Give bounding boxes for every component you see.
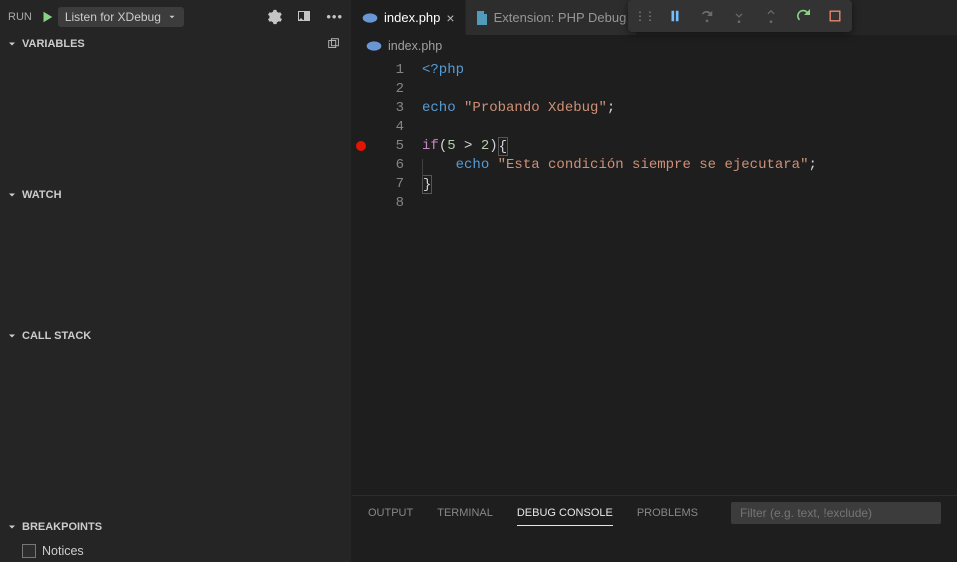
chevron-down-icon xyxy=(6,38,18,50)
code-token: if xyxy=(422,137,439,156)
breakpoint-checkbox[interactable] xyxy=(22,544,36,558)
more-icon[interactable]: ••• xyxy=(326,9,343,24)
debug-console-body[interactable] xyxy=(352,530,957,562)
tab-output[interactable]: OUTPUT xyxy=(368,501,413,525)
breakpoint-item[interactable]: Notices xyxy=(22,540,351,562)
code-content[interactable]: <?php echo "Probando Xdebug"; if(5 > 2){… xyxy=(404,61,957,495)
code-token: echo xyxy=(422,99,456,118)
tab-terminal[interactable]: TERMINAL xyxy=(437,501,493,525)
code-token: <?php xyxy=(422,61,464,80)
tab-label: Extension: PHP Debug xyxy=(494,10,627,25)
code-token: ; xyxy=(808,156,816,175)
line-number: 1 xyxy=(370,61,404,80)
step-out-button[interactable] xyxy=(760,5,782,27)
file-icon xyxy=(476,11,488,25)
breakpoints-header[interactable]: BREAKPOINTS xyxy=(0,517,351,538)
php-file-icon xyxy=(366,40,382,52)
code-token: echo xyxy=(456,156,490,175)
code-token: 2 xyxy=(481,137,489,156)
watch-panel xyxy=(0,206,351,326)
breakpoint-gutter[interactable] xyxy=(352,61,370,495)
variables-panel xyxy=(0,55,351,185)
restart-button[interactable] xyxy=(792,5,814,27)
line-number: 2 xyxy=(370,80,404,99)
breakpoint-marker[interactable] xyxy=(356,141,366,151)
code-token: "Probando Xdebug" xyxy=(464,99,607,118)
callstack-title: CALL STACK xyxy=(22,330,91,342)
code-token: } xyxy=(422,175,432,194)
callstack-panel xyxy=(0,347,351,517)
debug-sidebar: RUN Listen for XDebug ••• VARIABLES xyxy=(0,0,352,562)
line-number: 7 xyxy=(370,175,404,194)
tab-label: index.php xyxy=(384,10,440,25)
step-into-button[interactable] xyxy=(728,5,750,27)
tab-problems[interactable]: PROBLEMS xyxy=(637,501,698,525)
run-label: RUN xyxy=(8,11,32,23)
chevron-down-icon xyxy=(6,189,18,201)
tab-debug-console[interactable]: DEBUG CONSOLE xyxy=(517,501,613,526)
tab-index-php[interactable]: index.php × xyxy=(352,0,466,35)
code-editor[interactable]: 1 2 3 4 5 6 7 8 <?php echo "Probando Xde… xyxy=(352,57,957,495)
watch-header[interactable]: WATCH xyxy=(0,185,351,206)
breakpoint-label: Notices xyxy=(42,544,84,558)
breadcrumb-file: index.php xyxy=(388,39,442,53)
breadcrumb[interactable]: index.php xyxy=(352,35,957,57)
start-debug-button[interactable] xyxy=(40,10,54,24)
debug-floating-toolbar[interactable]: ⋮⋮ xyxy=(628,0,852,32)
code-token: { xyxy=(498,137,508,156)
filter-input[interactable] xyxy=(731,502,941,524)
php-file-icon xyxy=(362,12,378,24)
collapse-all-icon[interactable] xyxy=(327,37,341,51)
drag-grip-icon[interactable]: ⋮⋮ xyxy=(634,9,654,23)
run-toolbar: RUN Listen for XDebug ••• xyxy=(0,0,351,34)
debug-console-icon[interactable] xyxy=(296,9,312,25)
code-token: ) xyxy=(489,137,497,156)
tab-extension-php-debug[interactable]: Extension: PHP Debug xyxy=(466,0,638,35)
debug-config-select[interactable]: Listen for XDebug xyxy=(58,7,184,27)
line-number: 4 xyxy=(370,118,404,137)
code-token: 5 xyxy=(447,137,455,156)
breakpoints-title: BREAKPOINTS xyxy=(22,521,102,533)
line-number: 8 xyxy=(370,194,404,213)
watch-title: WATCH xyxy=(22,189,62,201)
step-over-button[interactable] xyxy=(696,5,718,27)
callstack-header[interactable]: CALL STACK xyxy=(0,326,351,347)
chevron-down-icon xyxy=(6,330,18,342)
breakpoints-panel: Notices xyxy=(0,538,351,562)
pause-button[interactable] xyxy=(664,5,686,27)
gear-icon[interactable] xyxy=(266,9,282,25)
line-number: 3 xyxy=(370,99,404,118)
code-token: ; xyxy=(607,99,615,118)
line-number: 5 xyxy=(370,137,404,156)
line-number-gutter: 1 2 3 4 5 6 7 8 xyxy=(370,61,404,495)
code-token: > xyxy=(464,137,472,156)
bottom-panel-tabs: OUTPUT TERMINAL DEBUG CONSOLE PROBLEMS xyxy=(352,495,957,530)
line-number: 6 xyxy=(370,156,404,175)
variables-title: VARIABLES xyxy=(22,38,85,50)
debug-config-name: Listen for XDebug xyxy=(65,10,161,24)
chevron-down-icon xyxy=(6,521,18,533)
code-token: "Esta condición siempre se ejecutara" xyxy=(498,156,809,175)
code-token: ( xyxy=(439,137,447,156)
stop-button[interactable] xyxy=(824,5,846,27)
close-icon[interactable]: × xyxy=(446,10,454,26)
editor-area: index.php × Extension: PHP Debug ⋮⋮ xyxy=(352,0,957,562)
variables-header[interactable]: VARIABLES xyxy=(0,34,351,55)
